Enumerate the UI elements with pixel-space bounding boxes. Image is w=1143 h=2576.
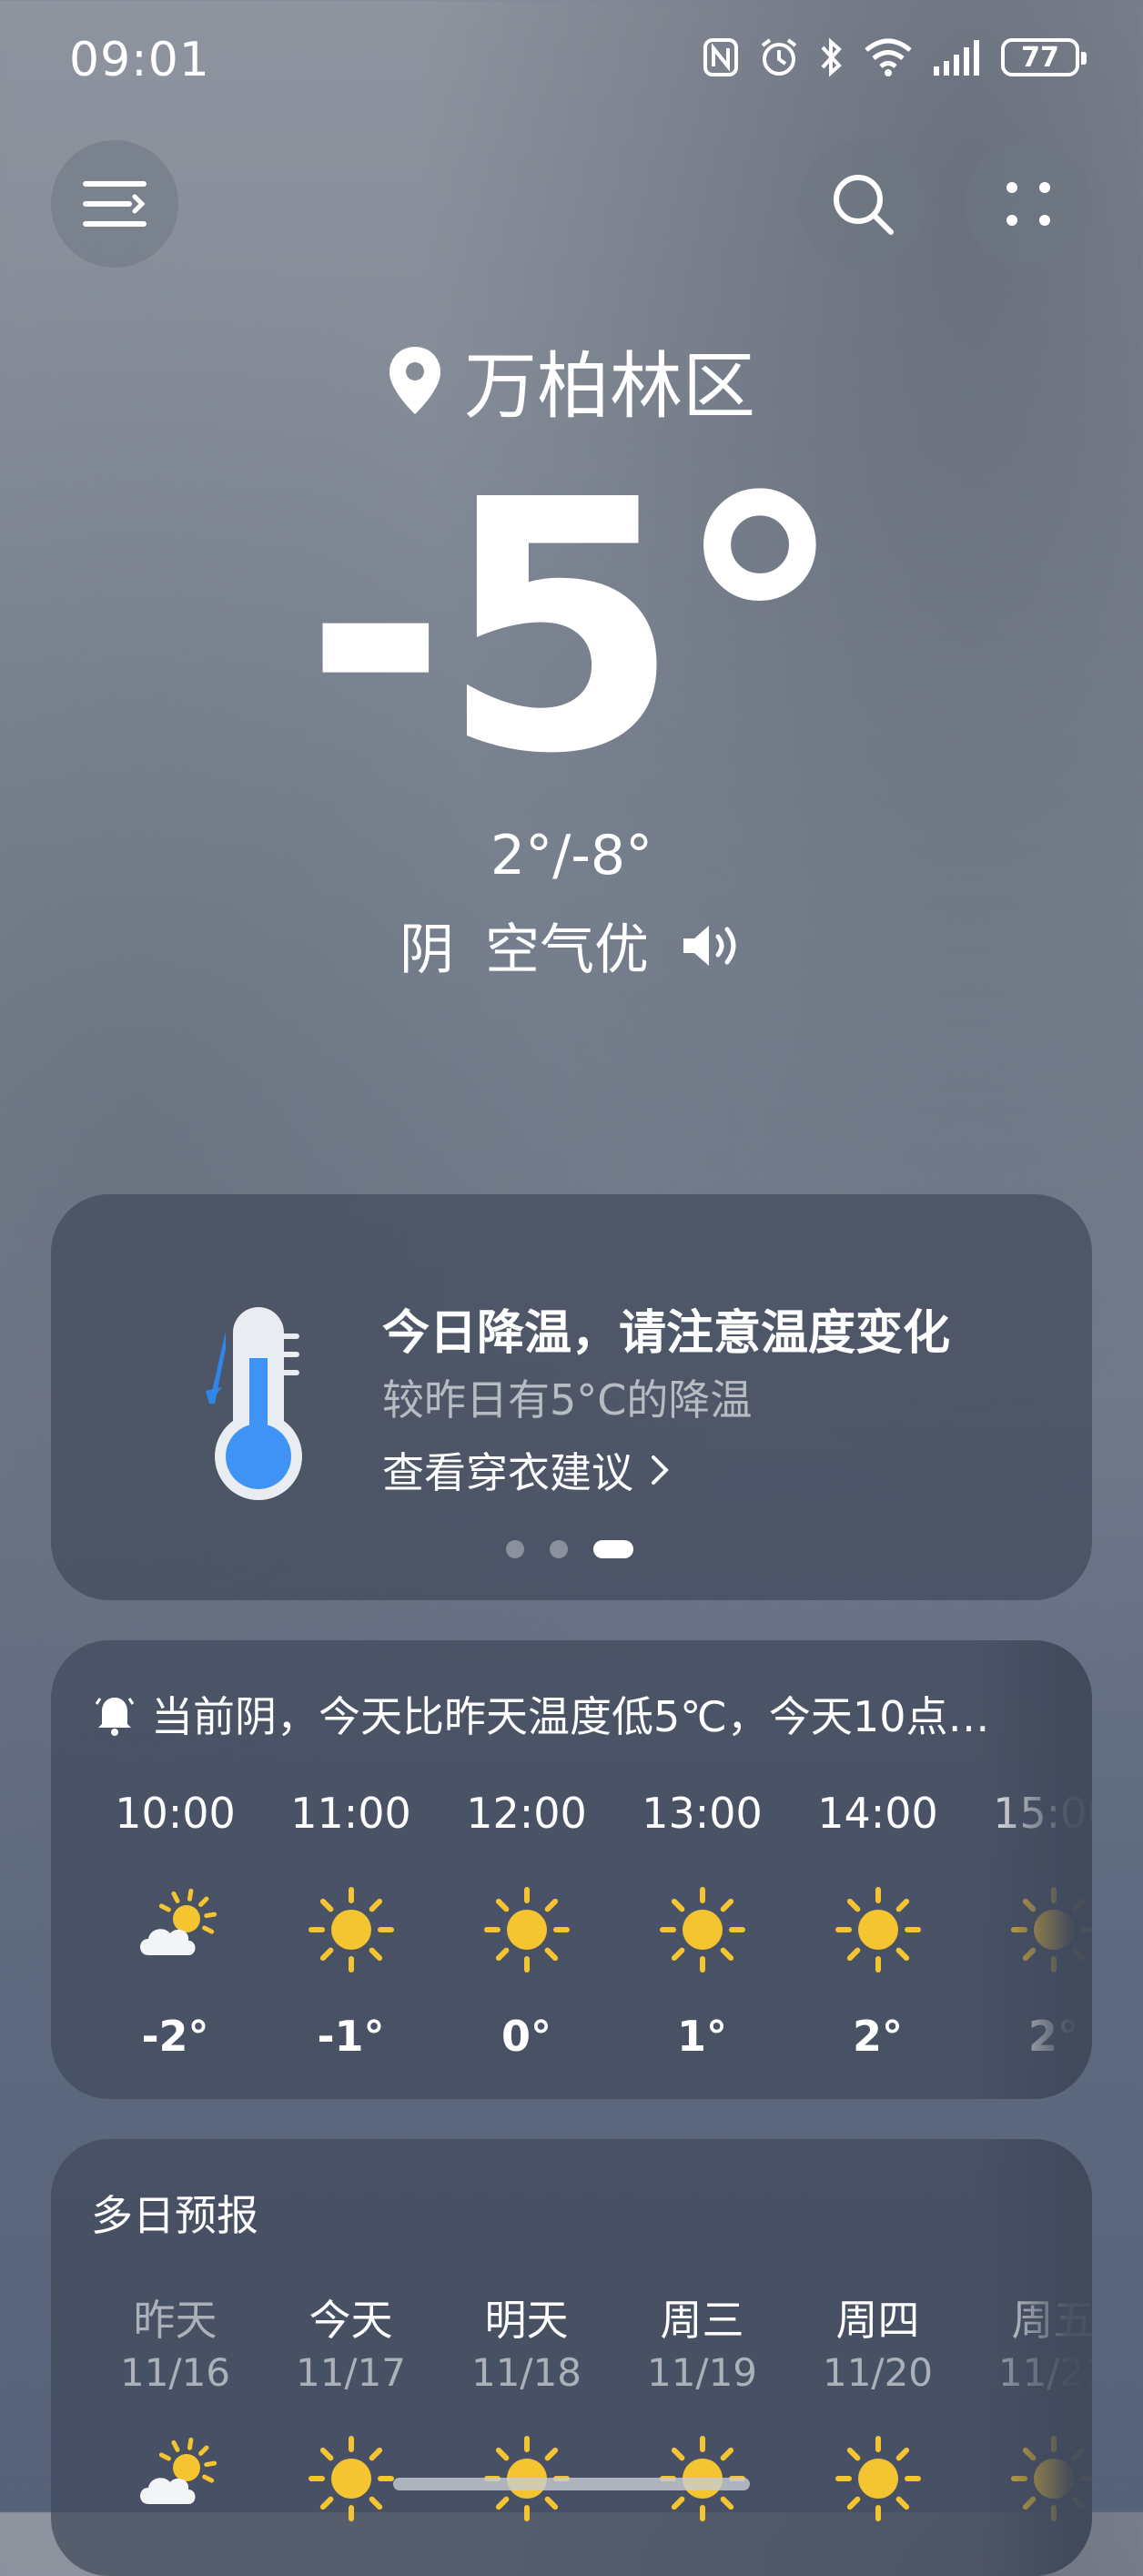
day-date: 11/16 [119, 2350, 231, 2395]
current-temperature: -5° [303, 426, 846, 829]
sun-icon [833, 1884, 924, 1975]
hour-temperature: -1° [317, 2012, 385, 2061]
sun-icon [657, 1884, 748, 1975]
clothing-advice-label: 查看穿衣建议 [382, 1448, 633, 1497]
carousel-dot[interactable] [550, 1540, 568, 1558]
nfc-icon [703, 38, 738, 76]
hour-temperature: -2° [141, 2012, 209, 2061]
air-quality[interactable]: 空气优 [485, 906, 649, 985]
daily-item[interactable]: 昨天 11/16 [87, 2294, 263, 2524]
daily-forecast-title: 多日预报 [91, 2191, 258, 2240]
hourly-list[interactable]: 10:00 -2° 11:00 -1° 12:00 0° 13:00 1° 14… [87, 1786, 1092, 2061]
hour-temperature: 2° [852, 2012, 903, 2061]
battery-indicator: 77 [1001, 38, 1087, 76]
day-date: 11/19 [646, 2350, 758, 2395]
alarm-icon [761, 38, 797, 76]
status-time: 09:01 [69, 33, 210, 87]
thermometer-icon [206, 1307, 302, 1500]
dots-grid-icon [1006, 182, 1050, 226]
bluetooth-icon [821, 37, 842, 77]
home-indicator[interactable] [393, 2478, 750, 2490]
chevron-right-icon [652, 1455, 669, 1485]
scroll-fade [974, 2139, 1092, 2576]
day-name: 周四 [835, 2296, 920, 2345]
hour-temperature: 1° [676, 2012, 727, 2061]
hourly-item[interactable]: 12:00 0° [439, 1786, 614, 2061]
signal-icon [934, 40, 979, 76]
hour-temperature: 0° [501, 2012, 551, 2061]
sun-icon [481, 1884, 572, 1975]
search-icon [834, 175, 894, 235]
hour-time: 11:00 [290, 1789, 411, 1838]
condition-row: 阴 空气优 [0, 906, 1143, 985]
daily-forecast-card[interactable]: 多日预报 昨天 11/16 今天 11/17 明天 11/18 周三 11/19… [51, 2139, 1092, 2576]
scroll-fade [974, 1640, 1092, 2099]
hourly-item[interactable]: 13:00 1° [614, 1786, 790, 2061]
alert-title: 今日降温，请注意温度变化 [382, 1306, 951, 1361]
day-name: 昨天 [133, 2296, 217, 2345]
status-bar: 09:01 77 [0, 0, 1143, 127]
partly-cloudy-icon [130, 1884, 221, 1975]
hour-time: 14:00 [817, 1789, 938, 1838]
hourly-forecast-card[interactable]: 当前阴，今天比昨天温度低5℃，今天10点… 10:00 -2° 11:00 -1… [51, 1640, 1092, 2099]
carousel-indicator [506, 1540, 633, 1558]
hourly-summary[interactable]: 当前阴，今天比昨天温度低5℃，今天10点… [95, 1684, 989, 1744]
location-name: 万柏林区 [464, 344, 755, 429]
temperature-alert-card[interactable]: 今日降温，请注意温度变化 较昨日有5°C的降温 查看穿衣建议 [51, 1194, 1092, 1600]
hourly-item[interactable]: 11:00 -1° [263, 1786, 439, 2061]
sun-icon [306, 2433, 397, 2524]
day-date: 11/20 [822, 2350, 934, 2395]
hour-time: 12:00 [466, 1789, 587, 1838]
day-name: 今天 [309, 2296, 393, 2345]
day-date: 11/17 [295, 2350, 407, 2395]
status-icons: 77 [703, 36, 1087, 78]
clothing-advice-link[interactable]: 查看穿衣建议 [382, 1440, 670, 1500]
hour-time: 10:00 [115, 1789, 236, 1838]
bell-icon [95, 1698, 135, 1736]
day-date: 11/18 [470, 2350, 582, 2395]
day-name: 明天 [484, 2296, 569, 2345]
hour-time: 13:00 [642, 1789, 763, 1838]
partly-cloudy-icon [130, 2433, 221, 2524]
temperature-range: 2°/-8° [490, 824, 653, 887]
menu-button[interactable] [51, 140, 178, 268]
menu-icon [83, 181, 147, 227]
hourly-item[interactable]: 10:00 -2° [87, 1786, 263, 2061]
location-pin-icon [389, 347, 440, 414]
wifi-icon [865, 38, 912, 76]
weather-condition: 阴 [400, 918, 454, 982]
alert-subtitle: 较昨日有5°C的降温 [382, 1375, 753, 1425]
carousel-dot-active[interactable] [593, 1540, 633, 1558]
day-name: 周三 [660, 2296, 744, 2345]
hourly-item[interactable]: 14:00 2° [790, 1786, 966, 2061]
daily-item[interactable]: 周四 11/20 [790, 2294, 966, 2524]
location-header[interactable]: 万柏林区 [0, 328, 1143, 433]
sun-icon [833, 2433, 924, 2524]
speaker-icon[interactable] [680, 920, 743, 971]
more-button[interactable] [965, 140, 1092, 268]
sun-icon [306, 1884, 397, 1975]
search-button[interactable] [799, 140, 926, 268]
hourly-summary-text: 当前阴，今天比昨天温度低5℃，今天10点… [151, 1692, 990, 1741]
carousel-dot[interactable] [506, 1540, 524, 1558]
